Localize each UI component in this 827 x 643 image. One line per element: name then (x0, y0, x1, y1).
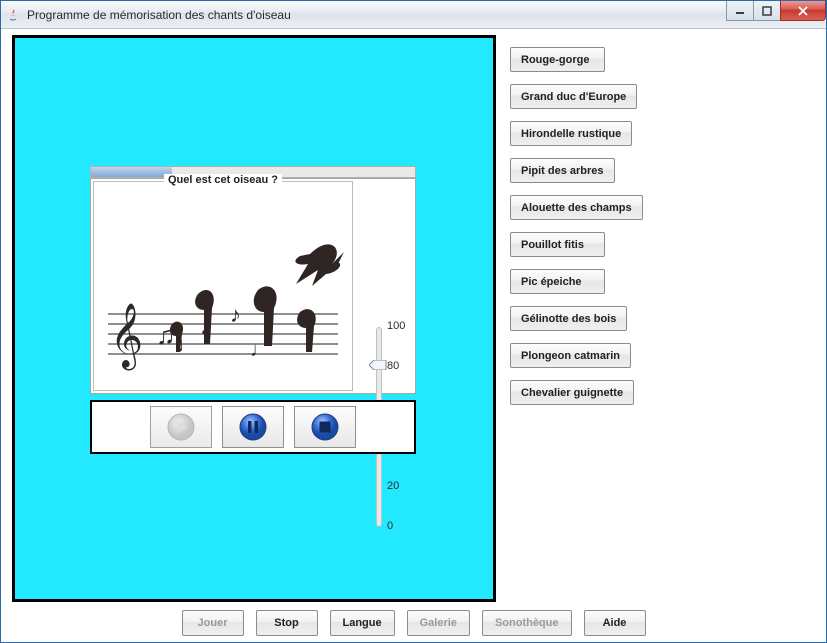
titlebar: Programme de mémorisation des chants d'o… (1, 1, 826, 29)
bottom-toolbar: Jouer Stop Langue Galerie Sonothèque Aid… (1, 610, 826, 636)
stop-button[interactable]: Stop (256, 610, 318, 636)
tick-20: 20 (387, 480, 399, 492)
bird-choice-3[interactable]: Pipit des arbres (510, 158, 615, 183)
bird-choice-7[interactable]: Gélinotte des bois (510, 306, 627, 331)
window-title: Programme de mémorisation des chants d'o… (27, 8, 291, 22)
visual-panel: Quel est cet oiseau ? (12, 35, 496, 602)
sonotheque-button: Sonothèque (482, 610, 572, 636)
bird-choice-2[interactable]: Hirondelle rustique (510, 121, 632, 146)
svg-text:𝄞: 𝄞 (110, 303, 143, 370)
quiz-fieldset: Quel est cet oiseau ? (93, 181, 353, 391)
aide-button[interactable]: Aide (584, 610, 646, 636)
media-controls (90, 400, 416, 454)
quiz-box: Quel est cet oiseau ? (90, 166, 416, 394)
bird-illustration: 𝄞 ♫ ♩ ♪ ♪ ♩ (100, 194, 346, 384)
svg-text:♪: ♪ (230, 302, 241, 327)
bird-choice-5[interactable]: Pouillot fitis (510, 232, 605, 257)
tick-100: 100 (387, 320, 405, 332)
tick-80: 80 (387, 360, 399, 372)
maximize-button[interactable] (753, 1, 781, 21)
langue-button[interactable]: Langue (330, 610, 395, 636)
quiz-question: Quel est cet oiseau ? (164, 174, 282, 186)
client-area: Quel est cet oiseau ? (1, 29, 826, 642)
stop-media-button[interactable] (294, 406, 356, 448)
window-controls (727, 1, 826, 21)
pause-button[interactable] (222, 406, 284, 448)
java-icon (5, 7, 21, 23)
bird-choice-0[interactable]: Rouge-gorge (510, 47, 605, 72)
tick-0: 0 (387, 520, 393, 532)
bird-choice-list: Rouge-gorge Grand duc d'Europe Hirondell… (510, 47, 678, 405)
quiz-inner: Quel est cet oiseau ? (90, 178, 416, 394)
volume-slider-thumb[interactable] (369, 359, 387, 369)
close-button[interactable] (780, 1, 826, 21)
bird-choice-4[interactable]: Alouette des champs (510, 195, 643, 220)
play-button (150, 406, 212, 448)
bird-choice-6[interactable]: Pic épeiche (510, 269, 605, 294)
quiz-progress-fill (91, 167, 172, 177)
app-window: Programme de mémorisation des chants d'o… (0, 0, 827, 643)
bird-choice-9[interactable]: Chevalier guignette (510, 380, 634, 405)
bird-choice-8[interactable]: Plongeon catmarin (510, 343, 631, 368)
minimize-button[interactable] (726, 1, 754, 21)
galerie-button: Galerie (407, 610, 470, 636)
bird-choice-1[interactable]: Grand duc d'Europe (510, 84, 637, 109)
jouer-button: Jouer (182, 610, 244, 636)
